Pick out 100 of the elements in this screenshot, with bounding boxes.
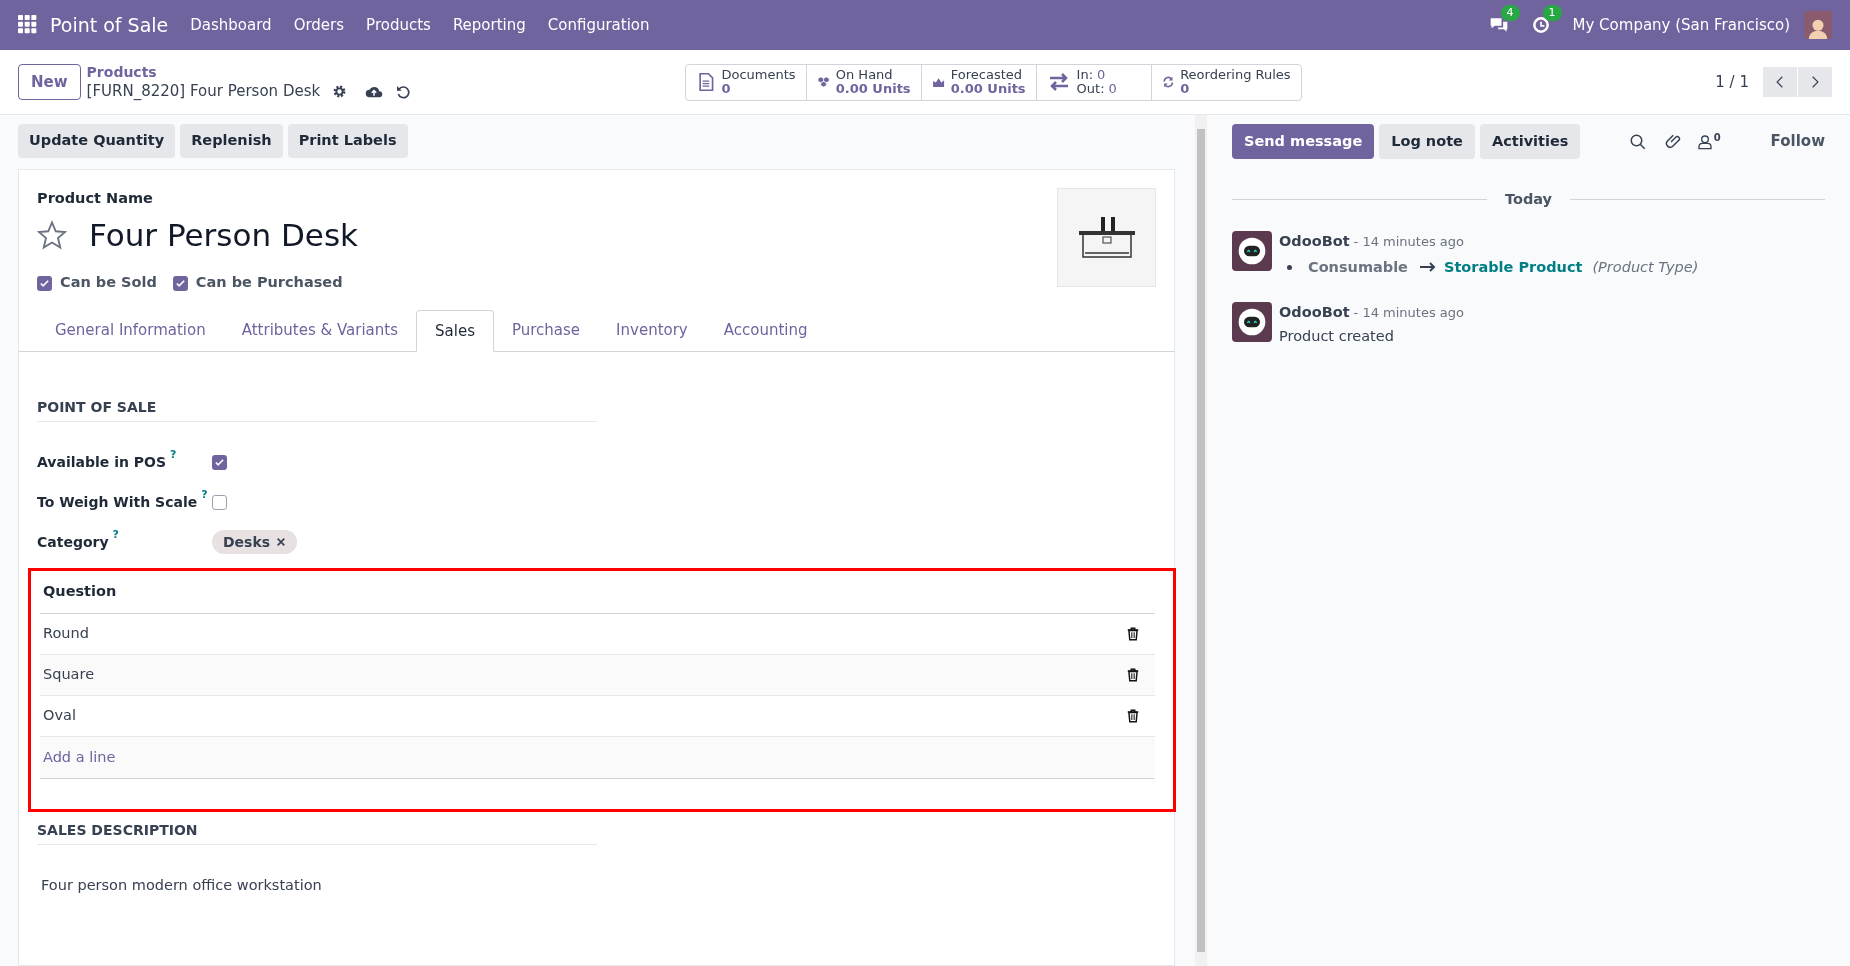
arrow-right-icon <box>1419 262 1436 273</box>
help-tooltip[interactable]: ? <box>112 528 119 541</box>
chat-bubbles-button[interactable] <box>1488 15 1509 35</box>
check-icon <box>214 456 225 468</box>
column-header[interactable]: Question <box>43 581 117 603</box>
description-text: Four person modern office workstation <box>41 876 323 895</box>
table-cell-text: Square <box>43 665 95 685</box>
close-icon <box>276 537 287 547</box>
count-badge: 1 <box>1542 5 1562 21</box>
tab[interactable]: Purchase <box>493 310 599 351</box>
field-label: Product Name <box>37 189 154 208</box>
stat-label: Forecasted <box>950 68 1024 82</box>
action-button[interactable]: Print Labels <box>287 124 408 158</box>
scrollbar[interactable] <box>1195 115 1207 966</box>
delete-button[interactable] <box>1126 627 1140 641</box>
attachment-button[interactable] <box>1664 132 1683 151</box>
stat-value: 0.00 Units <box>950 82 1026 96</box>
breadcrumb-link[interactable]: Products <box>86 63 607 82</box>
chatter-button[interactable]: Log note <box>1379 124 1475 159</box>
stat-button[interactable]: In: 0 Out: 0 <box>1035 64 1151 100</box>
tab[interactable]: Inventory <box>598 310 706 351</box>
record-title: [FURN_8220] Four Person Desk <box>86 82 321 101</box>
clock-icon <box>1530 15 1551 35</box>
check-icon <box>39 277 50 289</box>
tab[interactable]: Attributes & Variants <box>223 310 417 351</box>
app-grid-icon <box>18 15 38 35</box>
stat-label: Out: <box>1076 82 1105 96</box>
search-icon <box>1628 132 1647 151</box>
trash-icon <box>1126 709 1140 723</box>
search-button[interactable] <box>1628 132 1647 151</box>
clock-button[interactable] <box>1530 15 1551 35</box>
delete-button[interactable] <box>1126 709 1140 723</box>
chatter-button[interactable]: Send message <box>1232 124 1375 159</box>
gear-icon <box>332 84 348 99</box>
menu-item[interactable]: Dashboard <box>190 13 272 37</box>
message-author: OdooBot <box>1279 303 1350 323</box>
date-separator: Today <box>1504 190 1553 209</box>
checkbox[interactable] <box>212 454 227 470</box>
checkbox[interactable] <box>172 275 188 291</box>
chatter-button[interactable]: Activities <box>1479 124 1581 159</box>
count-badge: 4 <box>1500 5 1520 21</box>
app-name[interactable]: Point of Sale <box>50 10 169 40</box>
field-label: Available in POS <box>37 452 167 472</box>
tab[interactable]: Accounting <box>705 310 826 351</box>
followers-button[interactable]: 0 <box>1696 133 1721 150</box>
field-label: To Weigh With Scale <box>37 492 198 512</box>
stat-value: 0 <box>1180 82 1190 96</box>
user-avatar[interactable] <box>1804 11 1832 39</box>
help-tooltip[interactable]: ? <box>201 488 208 501</box>
follow-button[interactable]: Follow <box>1770 130 1825 153</box>
stat-button[interactable]: Forecasted 0.00 Units <box>920 64 1036 100</box>
tab[interactable]: General Information <box>37 310 224 351</box>
old-value: Consumable <box>1308 257 1408 277</box>
checkbox-label: Can be Sold <box>60 273 157 293</box>
field-name: (Product Type) <box>1592 257 1699 277</box>
menu-item[interactable]: Configuration <box>547 13 650 37</box>
menu-item[interactable]: Orders <box>293 13 345 37</box>
field-label: Category <box>37 532 109 552</box>
favorite-star[interactable] <box>37 220 67 250</box>
chat-bubbles-icon <box>1488 15 1509 35</box>
stat-button[interactable]: Reordering Rules 0 <box>1150 64 1301 100</box>
person-icon <box>1696 133 1713 150</box>
stat-value: 0 <box>1097 68 1106 82</box>
stat-label: Reordering Rules <box>1180 68 1291 82</box>
action-button[interactable]: Update Quantity <box>18 124 176 158</box>
action-button[interactable]: Replenish <box>180 124 283 158</box>
new-button[interactable]: New <box>18 64 81 100</box>
check-icon <box>174 277 186 289</box>
product-name: Four Person Desk <box>89 215 358 255</box>
stat-label: Documents <box>721 68 796 82</box>
add-line-link[interactable]: Add a line <box>43 746 116 769</box>
undo-icon <box>395 83 412 100</box>
pager-value: 1 / 1 <box>1715 71 1749 93</box>
help-tooltip[interactable]: ? <box>170 448 177 461</box>
message-time: - 14 minutes ago <box>1353 232 1464 251</box>
message-body: Product created <box>1279 327 1395 346</box>
stat-button[interactable]: Documents 0 <box>685 64 806 100</box>
trash-icon <box>1126 668 1140 682</box>
delete-button[interactable] <box>1126 668 1140 682</box>
tag-label: Desks <box>223 532 271 552</box>
new-value: Storable Product <box>1443 257 1583 277</box>
section-heading: SALES DESCRIPTION <box>37 822 198 838</box>
company-name[interactable]: My Company (San Francisco) <box>1572 13 1790 37</box>
stat-value: 0.00 Units <box>835 82 911 96</box>
person-silhouette-icon <box>1807 17 1829 39</box>
menu-item[interactable]: Products <box>366 13 431 37</box>
checkbox[interactable] <box>212 494 227 510</box>
table-cell-text: Oval <box>43 706 76 726</box>
section-heading: POINT OF SALE <box>37 399 157 415</box>
menu-item[interactable]: Reporting <box>452 13 526 37</box>
message-time: - 14 minutes ago <box>1353 304 1464 323</box>
stat-value: 0 <box>721 82 732 96</box>
checkbox[interactable] <box>37 275 52 291</box>
stat-label: On Hand <box>835 68 894 82</box>
follower-count: 0 <box>1713 130 1721 145</box>
paperclip-icon <box>1664 132 1683 151</box>
trash-icon <box>1126 627 1140 641</box>
tab[interactable]: Sales <box>416 310 494 352</box>
star-icon <box>37 220 67 250</box>
stat-button[interactable]: On Hand 0.00 Units <box>805 64 921 100</box>
